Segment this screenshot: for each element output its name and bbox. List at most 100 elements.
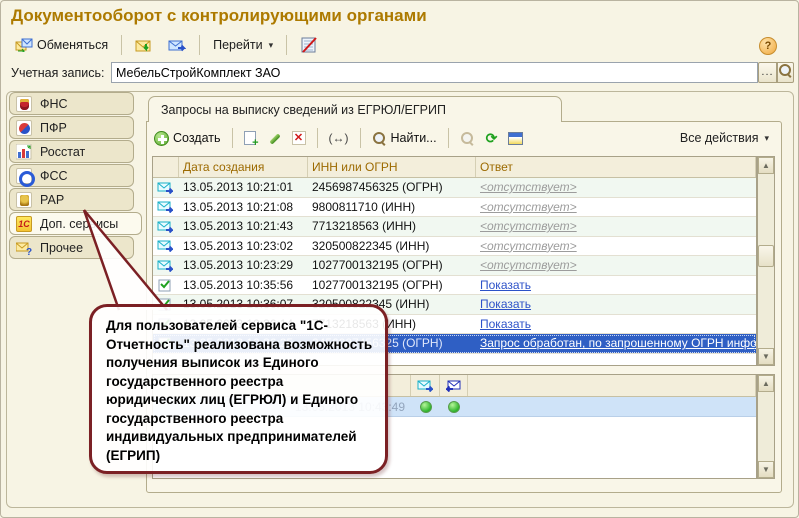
account-label: Учетная запись: xyxy=(11,66,105,80)
sidebar-item-rosstat[interactable]: Росстат xyxy=(9,140,134,163)
account-search-button[interactable] xyxy=(777,62,794,83)
window-settings-icon xyxy=(508,131,524,145)
table-row[interactable]: 13.05.2013 10:23:02 320500822345 (ИНН) <… xyxy=(153,237,756,256)
receive-envelope-icon xyxy=(135,38,152,52)
page-title: Документооборот с контролирующими органа… xyxy=(11,6,427,25)
help-button[interactable]: ? xyxy=(759,37,777,55)
table-row[interactable]: 13.05.2013 10:21:43 7713218563 (ИНН) <от… xyxy=(153,217,756,237)
chevron-down-icon: ▾ xyxy=(764,132,769,143)
find-label: Найти... xyxy=(390,131,437,145)
sidebar-item-label: ФСС xyxy=(40,168,68,183)
account-more-button[interactable]: ... xyxy=(758,62,777,83)
received-envelope-icon xyxy=(445,379,462,392)
response-absent: <отсутствует> xyxy=(480,238,577,253)
account-input[interactable]: МебельСтройКомплект ЗАО xyxy=(111,62,758,83)
all-actions-label: Все действия xyxy=(679,131,759,145)
column-header-date[interactable]: Дата создания xyxy=(179,157,308,177)
edit-button[interactable] xyxy=(264,129,284,147)
settings-button[interactable] xyxy=(505,130,526,147)
exchange-button[interactable]: Обменяться xyxy=(9,35,114,55)
refresh-button[interactable]: ⟳ xyxy=(483,129,501,147)
pencil-icon xyxy=(267,131,281,145)
search-icon xyxy=(372,131,387,146)
show-response-link[interactable]: Показать xyxy=(480,278,531,292)
exchange-envelopes-icon xyxy=(15,38,33,52)
processed-response-link[interactable]: Запрос обработан, по запрошенному ОГРН и… xyxy=(480,336,756,350)
callout-pointer xyxy=(82,209,168,311)
clear-search-icon xyxy=(460,131,475,146)
response-absent: <отсутствует> xyxy=(480,180,577,195)
rar-emblem-icon xyxy=(16,191,32,208)
copy-button[interactable] xyxy=(241,129,259,149)
table-row[interactable]: 13.05.2013 10:35:56 1027700132195 (ОГРН)… xyxy=(153,276,756,295)
rosstat-chart-icon xyxy=(15,143,32,160)
scroll-up-icon[interactable]: ▲ xyxy=(758,375,774,392)
toolbar-separator xyxy=(231,128,233,148)
column-header-response[interactable]: Ответ xyxy=(476,157,756,177)
envelope-question-icon: ? xyxy=(15,240,32,258)
find-button[interactable]: Найти... xyxy=(369,129,440,148)
received-envelope-column-header[interactable] xyxy=(440,375,468,396)
sidebar-item-label: ФНС xyxy=(40,96,68,111)
copy-document-icon xyxy=(243,131,259,149)
sidebar-item-label: Росстат xyxy=(40,144,86,159)
exchange-table-scrollbar[interactable]: ▲ ▼ xyxy=(757,374,775,479)
journal-toggle-button[interactable] xyxy=(294,34,324,56)
requests-toolbar: Создать ✕ (↔) Найти... ⟳ Все действия ▾ xyxy=(151,125,777,151)
create-button[interactable]: Создать xyxy=(151,129,224,148)
requests-table-scrollbar[interactable]: ▲ ▼ xyxy=(757,156,775,366)
exchange-extra-column-header[interactable] xyxy=(468,375,756,396)
1c-services-icon xyxy=(16,215,32,232)
pfr-emblem-icon xyxy=(16,119,32,136)
callout-bubble: Для пользователей сервиса "1С-Отчетность… xyxy=(89,304,388,474)
tab-egrul-egrip-requests[interactable]: Запросы на выписку сведений из ЕГРЮЛ/ЕГР… xyxy=(148,96,562,122)
sidebar-item-pfr[interactable]: ПФР xyxy=(9,116,134,139)
chevron-down-icon: ▾ xyxy=(268,39,274,50)
sent-envelope-column-header[interactable] xyxy=(411,375,440,396)
journal-slash-icon xyxy=(300,37,318,53)
svg-text:?: ? xyxy=(26,247,32,256)
refresh-icon: ⟳ xyxy=(485,130,498,146)
sent-envelope-icon xyxy=(157,181,173,194)
goto-button[interactable]: Перейти ▾ xyxy=(207,35,279,55)
sidebar-item-fns[interactable]: ФНС xyxy=(9,92,134,115)
goto-label: Перейти xyxy=(213,38,263,52)
status-green-icon xyxy=(419,400,432,413)
scroll-up-icon[interactable]: ▲ xyxy=(758,157,774,174)
receive-mail-button[interactable] xyxy=(129,35,158,55)
app-window: Документооборот с контролирующими органа… xyxy=(0,0,799,518)
sidebar-item-fss[interactable]: ФСС xyxy=(9,164,134,187)
main-toolbar: Обменяться Перейти ▾ xyxy=(9,32,324,58)
table-row[interactable]: 13.05.2013 10:21:01 2456987456325 (ОГРН)… xyxy=(153,178,756,198)
toolbar-separator xyxy=(286,35,288,55)
send-mail-button[interactable] xyxy=(162,35,192,55)
delete-x-icon: ✕ xyxy=(291,131,306,145)
column-header-inn-ogrn[interactable]: ИНН или ОГРН xyxy=(308,157,476,177)
sidebar-item-label: ПФР xyxy=(40,120,67,135)
icon-column-header[interactable] xyxy=(153,157,179,177)
toolbar-separator xyxy=(359,128,361,148)
scrollbar-thumb[interactable] xyxy=(758,245,774,267)
plus-circle-icon xyxy=(154,130,169,146)
toolbar-separator xyxy=(121,35,123,55)
fss-emblem-icon xyxy=(16,167,35,187)
exchange-label: Обменяться xyxy=(37,38,109,52)
delete-button[interactable]: ✕ xyxy=(289,129,309,147)
send-envelope-icon xyxy=(168,38,187,52)
create-label: Создать xyxy=(173,131,221,145)
all-actions-button[interactable]: Все действия ▾ xyxy=(680,131,777,145)
clear-find-button[interactable] xyxy=(457,129,478,148)
scroll-down-icon[interactable]: ▼ xyxy=(758,461,774,478)
table-row[interactable]: 13.05.2013 10:23:29 1027700132195 (ОГРН)… xyxy=(153,256,756,276)
toolbar-separator xyxy=(316,128,318,148)
fns-emblem-icon xyxy=(16,95,32,112)
sidebar-item-label: РАР xyxy=(40,192,65,207)
show-response-link[interactable]: Показать xyxy=(480,297,531,311)
requests-table-header: Дата создания ИНН или ОГРН Ответ xyxy=(153,157,756,178)
toolbar-separator xyxy=(199,35,201,55)
table-row[interactable]: 13.05.2013 10:21:08 9800811710 (ИНН) <от… xyxy=(153,198,756,217)
scroll-down-icon[interactable]: ▼ xyxy=(758,348,774,365)
status-green-icon xyxy=(448,400,460,413)
autowidth-button[interactable]: (↔) xyxy=(326,129,352,147)
show-response-link[interactable]: Показать xyxy=(480,317,531,331)
